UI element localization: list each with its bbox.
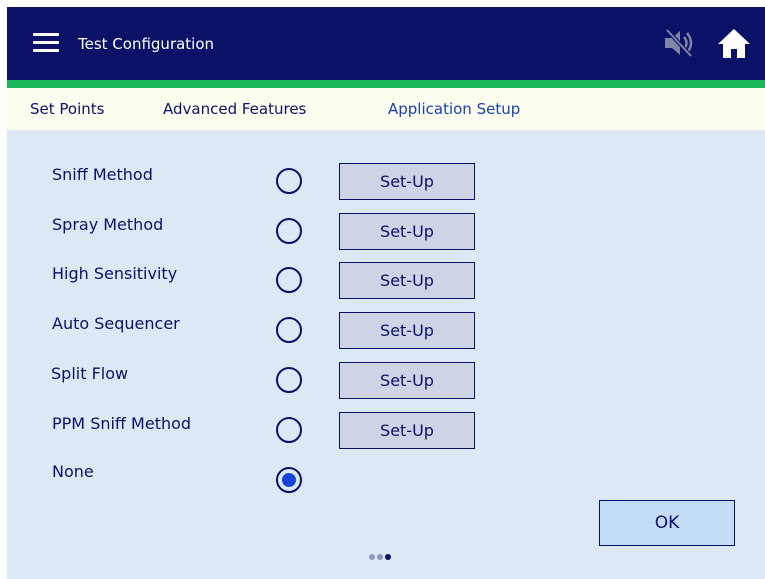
sniff-method-radio[interactable] [276, 168, 302, 194]
high-sensitivity-radio[interactable] [276, 267, 302, 293]
ppm-sniff-method-setup-button[interactable]: Set-Up [339, 412, 475, 449]
ok-button[interactable]: OK [599, 500, 735, 546]
option-row-auto-sequencer: Auto Sequencer Set-Up [7, 312, 765, 358]
option-label: None [52, 462, 94, 481]
tab-application-setup[interactable]: Application Setup [388, 100, 520, 118]
option-row-split-flow: Split Flow Set-Up [7, 362, 765, 408]
tab-set-points[interactable]: Set Points [30, 100, 104, 118]
ppm-sniff-method-radio[interactable] [276, 417, 302, 443]
option-row-spray-method: Spray Method Set-Up [7, 213, 765, 259]
hamburger-menu-icon[interactable] [33, 33, 59, 53]
high-sensitivity-setup-button[interactable]: Set-Up [339, 262, 475, 299]
split-flow-setup-button[interactable]: Set-Up [339, 362, 475, 399]
auto-sequencer-setup-button[interactable]: Set-Up [339, 312, 475, 349]
option-row-high-sensitivity: High Sensitivity Set-Up [7, 262, 765, 308]
page-dot [369, 554, 375, 560]
split-flow-radio[interactable] [276, 367, 302, 393]
page-dot [377, 554, 383, 560]
none-radio[interactable] [276, 467, 302, 493]
tab-bar: Set Points Advanced Features Application… [7, 88, 765, 130]
header-accent-bar [7, 80, 765, 88]
spray-method-setup-button[interactable]: Set-Up [339, 213, 475, 250]
page-dot-active [385, 554, 391, 560]
option-label: PPM Sniff Method [52, 414, 192, 433]
speaker-muted-icon[interactable] [661, 27, 697, 59]
auto-sequencer-radio[interactable] [276, 317, 302, 343]
application-setup-panel: Sniff Method Set-Up Spray Method Set-Up … [7, 130, 765, 579]
option-label: Auto Sequencer [52, 314, 180, 333]
header-bar: Test Configuration [7, 7, 765, 80]
home-icon[interactable] [716, 25, 752, 61]
option-label: Split Flow [51, 364, 129, 383]
tab-advanced-features[interactable]: Advanced Features [163, 100, 306, 118]
option-row-ppm-sniff-method: PPM Sniff Method Set-Up [7, 412, 765, 458]
option-row-sniff-method: Sniff Method Set-Up [7, 163, 765, 209]
app-window: Test Configuration Set Points Advanced F… [7, 7, 765, 579]
option-label: Spray Method [52, 215, 164, 234]
page-title: Test Configuration [78, 35, 215, 53]
option-label: High Sensitivity [52, 264, 178, 283]
option-label: Sniff Method [52, 165, 153, 184]
sniff-method-setup-button[interactable]: Set-Up [339, 163, 475, 200]
spray-method-radio[interactable] [276, 218, 302, 244]
